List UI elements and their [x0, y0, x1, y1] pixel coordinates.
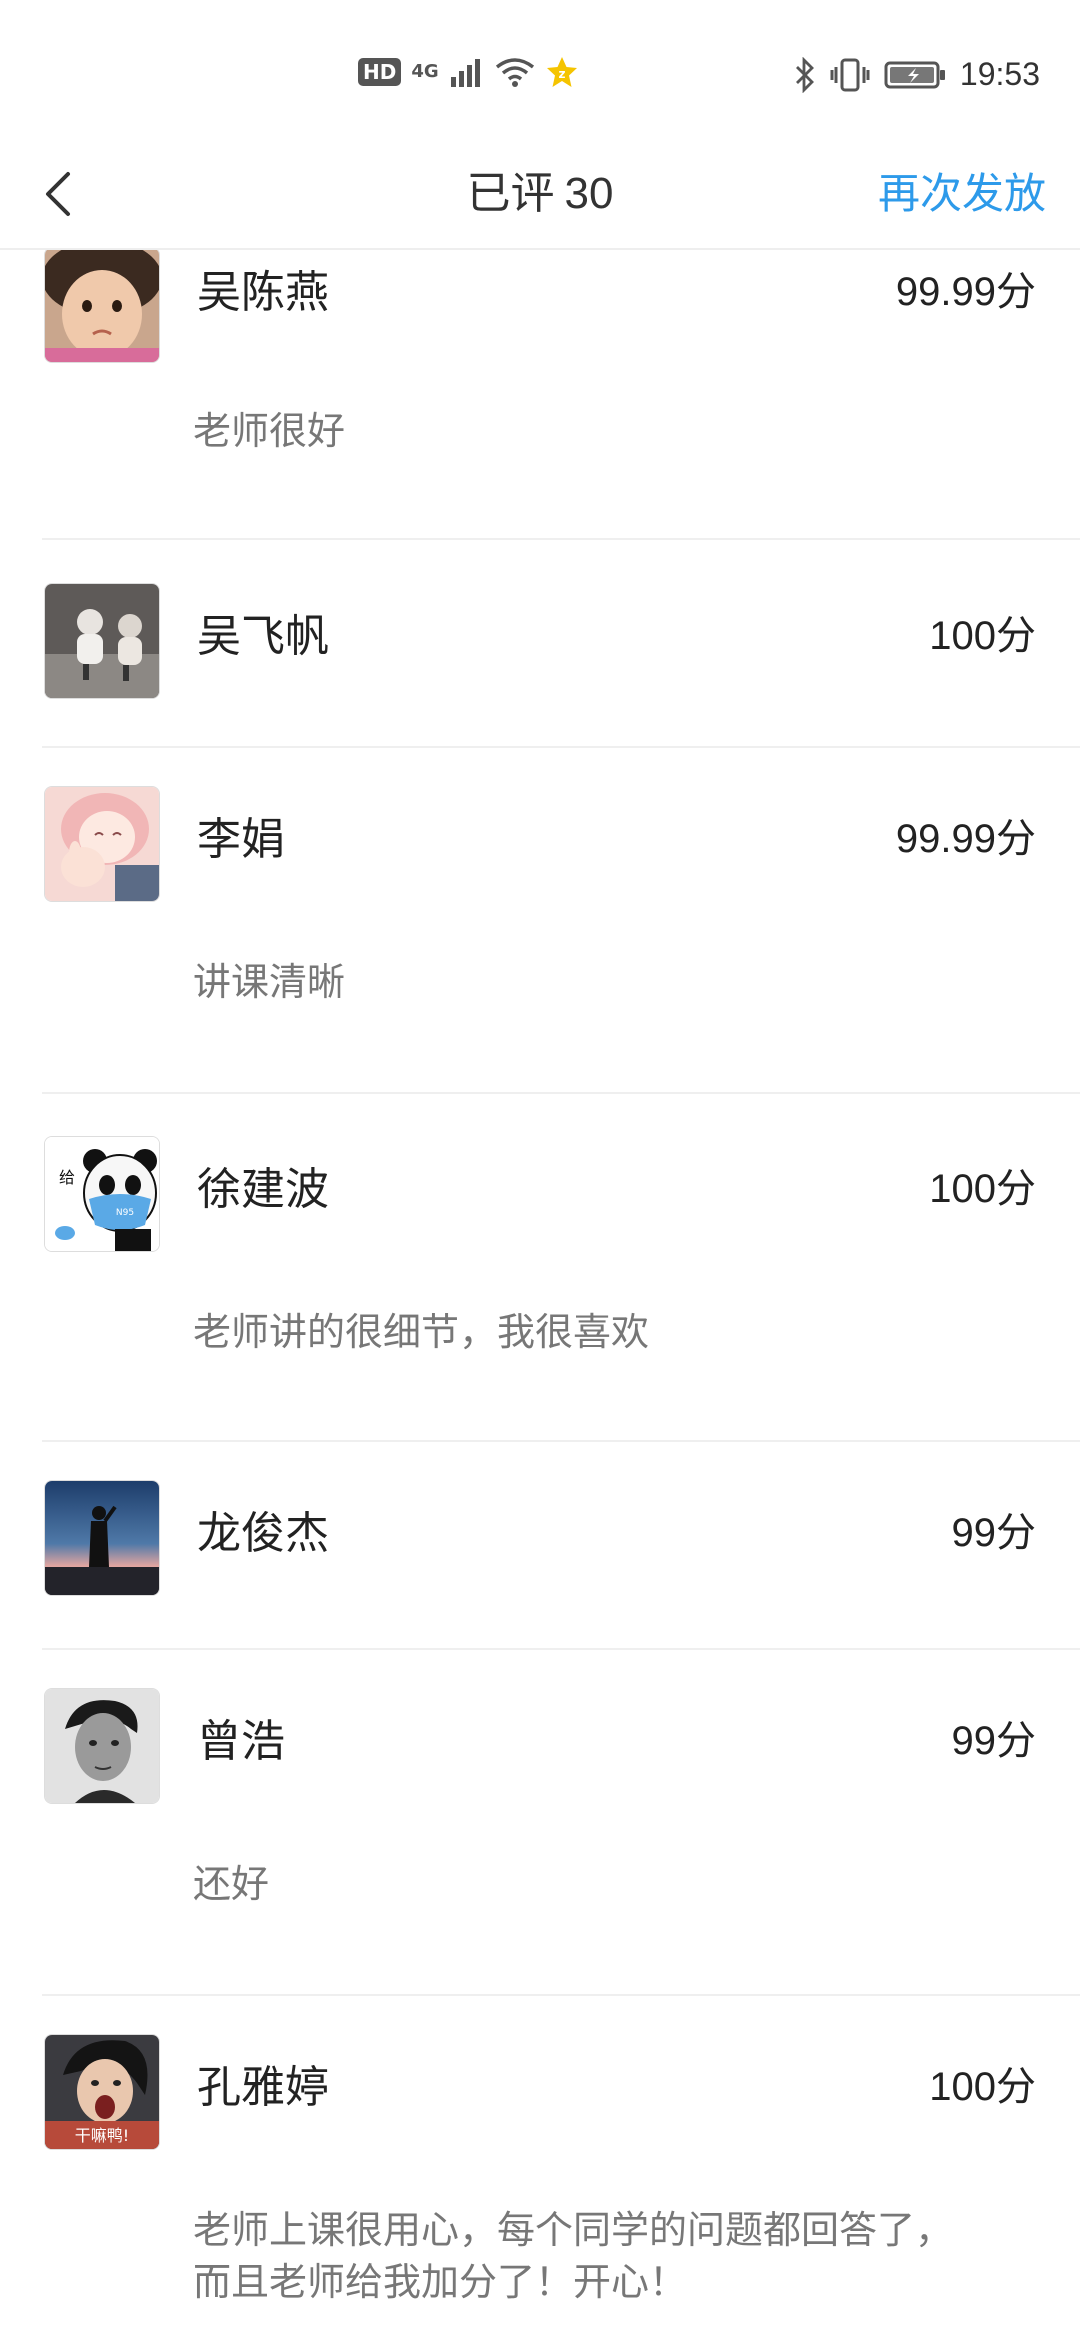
wifi-icon	[495, 58, 534, 87]
status-bar-left: HD 4G z	[358, 56, 579, 88]
meme-shout-avatar: 干嘛鸭!	[44, 2034, 160, 2150]
status-time: 19:53	[959, 56, 1040, 92]
comment-text: 老师上课很用心，每个同学的问题都回答了，而且老师给我加分了！开心！	[193, 2208, 954, 2304]
score-value: 99.99分	[895, 270, 1036, 314]
review-item[interactable]: 李娟 99.99分 讲课清晰	[42, 748, 1080, 1094]
network-type: 4G	[411, 61, 439, 82]
comment-text: 老师很好	[193, 409, 346, 453]
review-item[interactable]: 吴飞帆 100分	[42, 540, 1080, 748]
bw-portrait-avatar	[44, 1688, 160, 1804]
student-name: 李娟	[197, 814, 285, 865]
battery-icon	[884, 61, 945, 88]
score-value: 99分	[951, 1511, 1037, 1555]
child-photo-avatar	[44, 250, 160, 363]
bluetooth-icon	[795, 56, 814, 93]
student-name: 孔雅婷	[197, 2062, 329, 2113]
svg-text:N95: N95	[116, 1208, 134, 1218]
student-name: 龙俊杰	[197, 1508, 329, 1559]
student-name: 吴陈燕	[197, 267, 329, 318]
review-item[interactable]: 曾浩 99分 还好	[42, 1650, 1080, 1996]
review-item[interactable]: 吴陈燕 99.99分 老师很好	[42, 250, 1080, 540]
reissue-button[interactable]: 再次发放	[878, 162, 1046, 226]
score-value: 99分	[951, 1719, 1037, 1763]
page-title-text: 已评	[466, 168, 555, 219]
avatar-caption: 给	[59, 1168, 75, 1187]
score-value: 100分	[929, 614, 1036, 658]
student-name: 吴飞帆	[197, 611, 329, 662]
kids-photo-avatar	[44, 583, 160, 699]
page-title-count: 30	[564, 169, 614, 218]
comment-text: 讲课清晰	[193, 960, 346, 1004]
hd-badge: HD	[358, 58, 402, 86]
star-badge-icon: z	[546, 57, 577, 87]
review-item[interactable]: N95 给 徐建波 100分 老师讲的很细节，我很喜欢	[42, 1094, 1080, 1442]
status-bar: HD 4G z 19:53	[0, 0, 1080, 140]
student-name: 曾浩	[197, 1716, 285, 1767]
sunset-silhouette-avatar	[44, 1480, 160, 1596]
panda-meme-avatar: N95 给	[44, 1136, 160, 1252]
score-value: 100分	[929, 1167, 1036, 1211]
anime-girl-avatar	[44, 786, 160, 902]
avatar-caption: 干嘛鸭!	[75, 2126, 129, 2145]
student-name: 徐建波	[197, 1164, 329, 1215]
review-item[interactable]: 龙俊杰 99分	[42, 1442, 1080, 1650]
score-value: 100分	[929, 2065, 1036, 2109]
svg-text:z: z	[558, 67, 565, 81]
app-header: 已评 30 再次发放	[0, 140, 1080, 250]
vibrate-icon	[830, 58, 870, 91]
signal-icon	[450, 59, 480, 87]
review-item[interactable]: 干嘛鸭! 孔雅婷 100分 老师上课很用心，每个同学的问题都回答了，而且老师给我…	[42, 1996, 1080, 2340]
score-value: 99.99分	[895, 817, 1036, 861]
comment-text: 还好	[193, 1862, 270, 1906]
review-list: 吴陈燕 99.99分 老师很好 吴飞帆 100分 李娟 99.99分 讲课清晰 …	[0, 250, 1080, 2340]
status-bar-right: 19:53	[794, 56, 1040, 93]
comment-text: 老师讲的很细节，我很喜欢	[193, 1310, 650, 1354]
